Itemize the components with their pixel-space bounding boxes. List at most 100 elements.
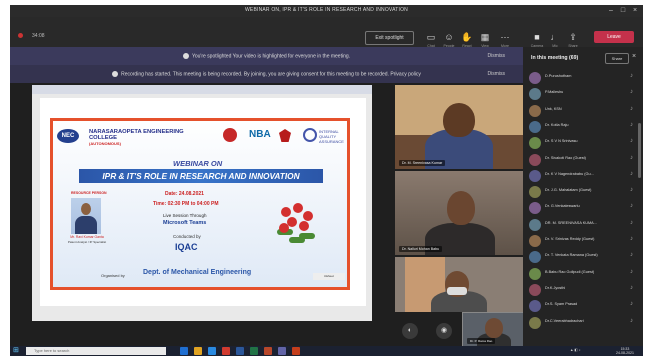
leave-button[interactable]: Leave <box>594 31 634 43</box>
shared-screen: NEC NARASARAOPETA ENGINEERING COLLEGE (AU… <box>32 85 372 321</box>
meeting-toolbar: 34:08 Exit spotlight ▭ ☺ ✋ ▦ ⋯ ■ ♩ ⇪ Lea… <box>10 17 643 48</box>
mic-muted-icon: ♪ <box>630 138 633 145</box>
participant-name: Unk, KSN <box>545 106 562 111</box>
participant-row[interactable]: P.Malleshu ♪ <box>529 87 639 101</box>
more-icon[interactable]: ⋯ <box>498 30 512 44</box>
participant-row[interactable]: Dr. T. Venkata Ramana (Guest) ♪ <box>529 250 639 264</box>
video-tile[interactable] <box>395 257 523 312</box>
participant-name: Dr. Nalluri Mohan Babu <box>399 246 443 252</box>
recording-banner: Recording has started. This meeting is b… <box>10 65 523 83</box>
mic-muted-icon: ♪ <box>630 219 633 226</box>
participant-name: Dr.S. Syam Prasad <box>545 302 578 307</box>
shield-logo <box>279 129 291 142</box>
react-icon[interactable]: ✋ <box>460 30 474 44</box>
webinar-time: Time: 02:30 PM to 04:00 PM <box>153 201 219 207</box>
windows-start-icon[interactable]: ⊞ <box>13 347 22 355</box>
participant-row[interactable]: DR. M. SREENIVASA KUMA... ♪ <box>529 218 639 232</box>
chat-icon[interactable]: ▭ <box>424 30 438 44</box>
mic-muted-icon: ♪ <box>630 203 633 210</box>
file-explorer-icon[interactable] <box>194 347 202 355</box>
avatar <box>529 235 541 247</box>
participant-row[interactable]: Dr. G.Venkateswarlu ♪ <box>529 201 639 215</box>
participant-name: P.Malleshu <box>545 90 564 95</box>
avatar <box>529 120 541 133</box>
flower-bouquet-image <box>275 199 319 245</box>
document-toolbar <box>32 85 372 94</box>
participant-name: Dr.C.Veerabhadrachari <box>545 318 584 323</box>
participant-name: Dr. Kotla Raju <box>545 122 569 127</box>
self-view-name: Dr. P. Rama Rao <box>467 338 496 344</box>
mic-muted-icon: ♪ <box>630 187 633 194</box>
webinar-date: Date: 24.08.2021 <box>165 191 204 197</box>
close-icon[interactable]: × <box>631 7 639 14</box>
participant-row[interactable]: D.Purushotham ♪ <box>529 71 639 85</box>
avatar <box>529 300 541 313</box>
powerpoint-icon[interactable] <box>264 347 272 355</box>
people-icon[interactable]: ☺ <box>442 30 456 44</box>
teams-icon[interactable] <box>278 347 286 355</box>
mic-muted-icon: ♪ <box>630 284 633 291</box>
minimize-icon[interactable]: – <box>607 7 615 14</box>
webinar-poster: NEC NARASARAOPETA ENGINEERING COLLEGE (AU… <box>50 118 350 290</box>
toggle-video-icon[interactable]: ◐ <box>402 323 418 339</box>
system-tray: ▲ ◧ ♪ <box>570 348 581 352</box>
taskview-icon[interactable] <box>180 347 188 355</box>
participant-row[interactable]: Dr.K.Jyosthi ♪ <box>529 283 639 297</box>
participant-name: Dr. M. Sreenivasa Kumar <box>399 160 446 166</box>
avatar <box>529 88 541 101</box>
mic-muted-icon: ♪ <box>630 252 633 259</box>
participant-row[interactable]: B.Babu Rao Gollpudi (Guest) ♪ <box>529 267 639 281</box>
participant-row[interactable]: Dr. V. Srinivas Reddy (Guest) ♪ <box>529 234 639 248</box>
video-options-icon[interactable]: ◉ <box>436 323 452 339</box>
participant-row[interactable]: Dr.S. Syam Prasad ♪ <box>529 299 639 313</box>
avatar <box>529 169 541 182</box>
app-icon[interactable] <box>292 347 300 355</box>
conducted-by-label: Conducted by <box>173 234 201 239</box>
avatar <box>529 186 541 199</box>
chrome-icon[interactable] <box>222 347 230 355</box>
live-session-label: Live Session Through <box>163 213 207 218</box>
panel-scrollbar[interactable] <box>638 123 641 178</box>
speaker-photo <box>71 198 101 234</box>
exit-spotlight-button[interactable]: Exit spotlight <box>365 31 414 45</box>
close-icon[interactable]: × <box>632 53 636 60</box>
nec-logo: NEC <box>57 129 79 143</box>
participant-row[interactable]: Dr. Sivakoti Rao (Guest) ♪ <box>529 153 639 167</box>
sheet-label: ttisheet <box>313 273 345 280</box>
word-icon[interactable] <box>236 347 244 355</box>
participant-row[interactable]: Dr. J.G. Mahalatam (Guest) ♪ <box>529 185 639 199</box>
participant-row[interactable]: Dr. S V N Srinivasu ♪ <box>529 136 639 150</box>
view-icon[interactable]: ▦ <box>478 30 492 44</box>
dismiss-spotlight-button[interactable]: Dismiss <box>488 53 506 59</box>
self-view-tile[interactable]: Dr. P. Rama Rao <box>462 312 524 348</box>
spotlight-text: You're spotlighted Your video is highlig… <box>191 53 351 60</box>
mic-muted-icon: ♪ <box>630 317 633 324</box>
video-tile[interactable]: Dr. Nalluri Mohan Babu <box>395 171 523 255</box>
participant-row[interactable]: Dr. Kotla Raju ♪ <box>529 120 639 134</box>
iqac-logo-text: INTERNAL QUALITY ASSURANCE <box>319 129 344 144</box>
video-tile[interactable]: Dr. M. Sreenivasa Kumar <box>395 85 523 169</box>
avatar <box>529 267 541 280</box>
participant-row[interactable]: Dr. K V Nagendrababu (Gu... ♪ <box>529 169 639 183</box>
college-sub: (AUTONOMOUS) <box>89 141 121 146</box>
edge-icon[interactable] <box>208 347 216 355</box>
avatar <box>529 251 541 264</box>
participant-name: Dr. J.G. Mahalatam (Guest) <box>545 188 592 193</box>
mic-icon[interactable]: ♩ <box>548 30 562 44</box>
maximize-icon[interactable]: □ <box>619 7 627 14</box>
avatar <box>529 153 541 166</box>
taskbar-search-input[interactable]: Type here to search <box>26 347 166 355</box>
camera-icon[interactable]: ■ <box>530 30 544 44</box>
panel-share-button[interactable]: Share <box>605 53 629 64</box>
mic-muted-icon: ♪ <box>630 170 633 177</box>
participant-name: DR. M. SREENIVASA KUMA... <box>545 220 597 225</box>
dismiss-recording-button[interactable]: Dismiss <box>488 71 506 77</box>
share-tray-icon[interactable]: ⇪ <box>566 30 580 44</box>
participant-row[interactable]: Unk, KSN ♪ <box>529 104 639 118</box>
excel-icon[interactable] <box>250 347 258 355</box>
participant-name: Dr. V. Srinivas Reddy (Guest) <box>545 237 595 241</box>
mic-muted-icon: ♪ <box>630 154 633 161</box>
mic-muted-icon: ♪ <box>630 73 633 79</box>
participant-row[interactable]: Dr.C.Veerabhadrachari ♪ <box>529 316 639 330</box>
mic-muted-icon: ♪ <box>630 236 633 242</box>
